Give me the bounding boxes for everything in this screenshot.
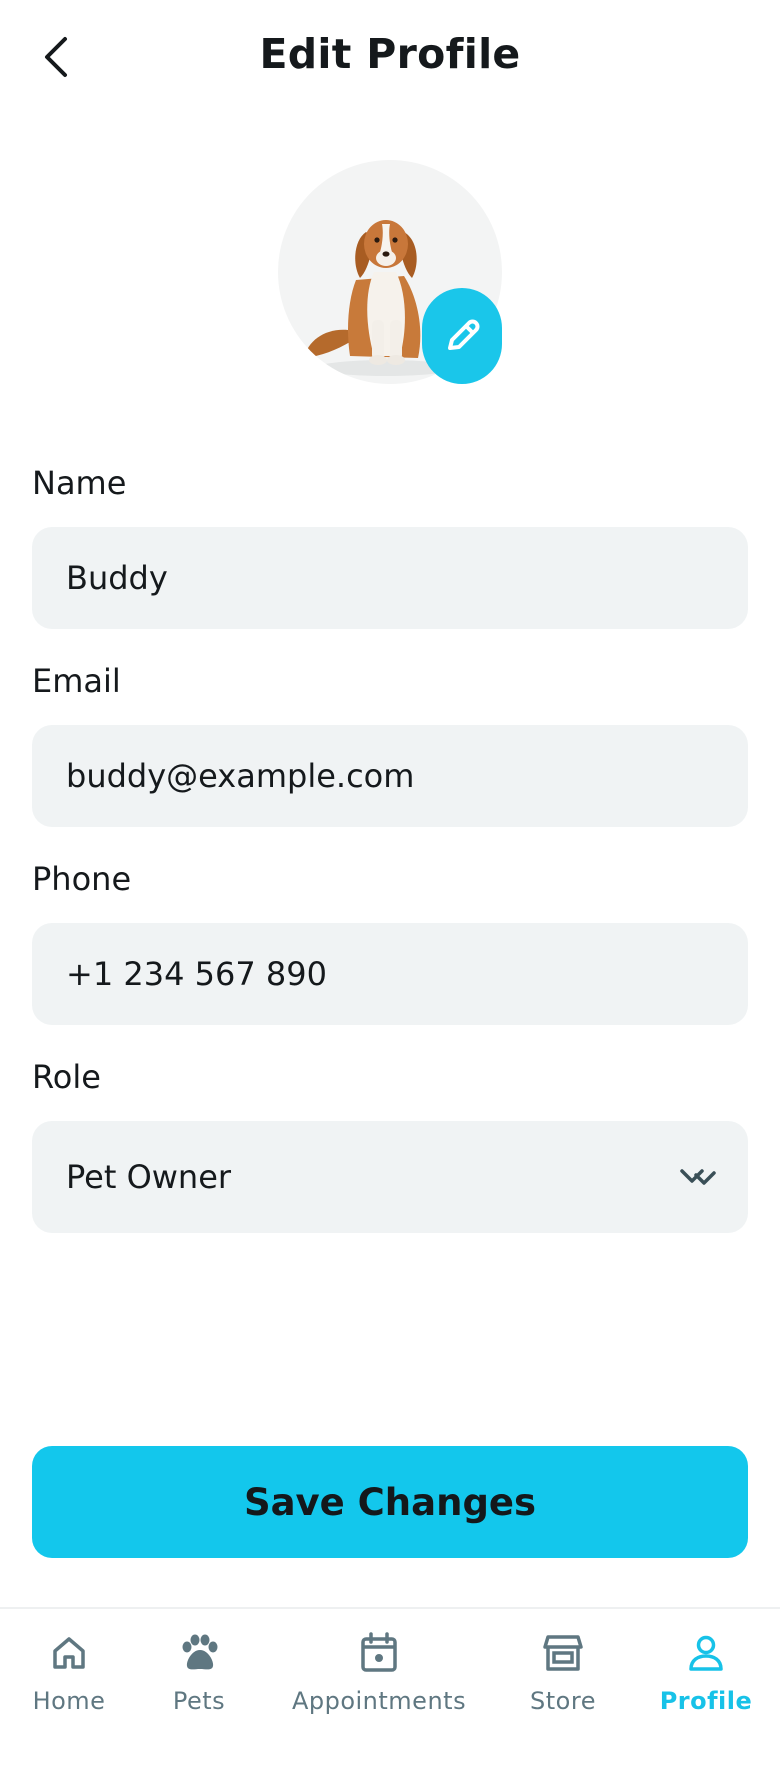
nav-label-home: Home xyxy=(32,1687,106,1715)
paw-icon xyxy=(182,1634,218,1670)
calendar-icon xyxy=(361,1632,397,1672)
name-field[interactable] xyxy=(32,527,748,629)
role-label: Role xyxy=(32,1058,101,1096)
home-icon xyxy=(53,1637,85,1669)
nav-label-appointments: Appointments xyxy=(291,1687,467,1715)
phone-label: Phone xyxy=(32,860,132,898)
role-select-value: Pet Owner xyxy=(66,1158,232,1196)
email-label: Email xyxy=(32,662,121,700)
nav-label-store: Store xyxy=(530,1687,596,1715)
phone-field[interactable] xyxy=(32,923,748,1025)
phone-input[interactable] xyxy=(66,955,706,993)
nav-label-profile: Profile xyxy=(659,1687,753,1715)
header: Edit Profile xyxy=(0,0,780,120)
nav-item-home[interactable]: Home xyxy=(30,1629,108,1729)
save-changes-button[interactable]: Save Changes xyxy=(32,1446,748,1558)
avatar-section xyxy=(278,160,504,386)
page-title: Edit Profile xyxy=(259,30,521,78)
edit-profile-screen: Edit Profile Name Buddy Email buddy@exam… xyxy=(0,0,780,1768)
role-select[interactable]: Pet Owner xyxy=(32,1121,748,1233)
nav-item-pets[interactable]: Pets xyxy=(166,1629,232,1729)
email-field[interactable] xyxy=(32,725,748,827)
pencil-icon xyxy=(448,319,480,350)
chevron-down-icon xyxy=(680,1169,716,1185)
nav-item-profile[interactable]: Profile xyxy=(660,1629,752,1729)
nav-item-store[interactable]: Store xyxy=(526,1629,600,1729)
email-input[interactable] xyxy=(66,757,706,795)
bottom-nav: Home Pets Appointments Store Profile xyxy=(0,1607,780,1768)
name-input[interactable] xyxy=(66,559,706,597)
person-icon xyxy=(689,1635,723,1671)
edit-avatar-button[interactable] xyxy=(422,288,502,384)
name-label: Name xyxy=(32,464,127,502)
nav-item-appointments[interactable]: Appointments xyxy=(292,1629,466,1729)
nav-label-pets: Pets xyxy=(172,1687,226,1715)
store-icon xyxy=(543,1635,583,1671)
